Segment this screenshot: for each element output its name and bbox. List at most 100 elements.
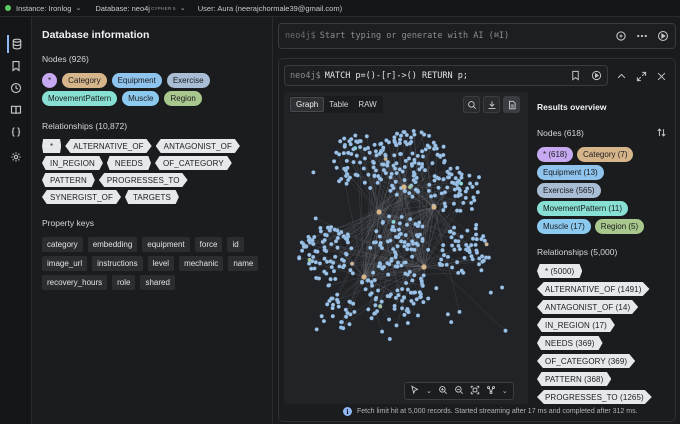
node-label-chip[interactable]: * (618) [537, 147, 574, 162]
graph-node [324, 233, 329, 238]
graph-node [322, 247, 327, 253]
node-label-chip[interactable]: Region [164, 91, 202, 106]
relationship-type-chip[interactable]: NEEDS [106, 156, 151, 170]
graph-visualization[interactable]: Graph Table RAW ⌄ ⌄ [284, 92, 528, 404]
graph-node [372, 173, 377, 178]
code-braces-icon[interactable] [7, 123, 25, 141]
relationship-type-chip[interactable]: ALTERNATIVE_OF [65, 139, 152, 153]
zoom-in-icon[interactable] [438, 385, 448, 397]
property-key-chip[interactable]: name [228, 256, 259, 271]
node-label-chip[interactable]: MovementPattern [42, 91, 118, 106]
graph-node [400, 286, 405, 292]
property-key-chip[interactable]: instructions [92, 256, 143, 271]
property-key-chip[interactable]: shared [140, 275, 175, 290]
graph-node [419, 279, 424, 284]
relationship-type-chip[interactable]: ANTAGONIST_OF (14) [537, 300, 639, 314]
chevron-down-icon[interactable]: ⌄ [502, 387, 508, 395]
node-label-chip[interactable]: Category [62, 73, 107, 88]
collapse-icon[interactable] [616, 71, 627, 84]
select-cursor-icon[interactable] [410, 385, 420, 397]
property-key-chip[interactable]: role [112, 275, 136, 290]
node-label-chip[interactable]: Muscle [122, 91, 160, 106]
database-selector[interactable]: Database: neo4j CYPHER 5 ⌄ [95, 4, 185, 13]
database-icon[interactable] [7, 35, 25, 53]
details-panel-icon[interactable] [503, 96, 520, 113]
ai-sparkle-icon[interactable] [615, 30, 627, 44]
history-icon[interactable] [7, 79, 25, 97]
property-key-chip[interactable]: id [227, 237, 244, 252]
tab-graph[interactable]: Graph [290, 97, 325, 112]
graph-node [399, 239, 404, 244]
property-key-chip[interactable]: category [42, 237, 83, 252]
relationship-type-chip[interactable]: PATTERN [42, 173, 95, 187]
relationship-type-chip[interactable]: * (5000) [537, 264, 583, 278]
relationship-type-chip[interactable]: PROGRESSES_TO [98, 173, 188, 187]
property-key-chip[interactable]: equipment [142, 237, 190, 252]
node-label-chip[interactable]: Exercise [166, 73, 210, 88]
fullscreen-icon[interactable] [636, 71, 647, 84]
graph-node [342, 263, 347, 268]
graph-node [427, 182, 432, 187]
relationship-type-chip[interactable]: PROGRESSES_TO (1265) [537, 390, 652, 404]
cypher-editor[interactable]: neo4j$ Start typing or generate with AI … [278, 23, 676, 49]
graph-node [410, 239, 415, 244]
relationship-type-chip[interactable]: OF_CATEGORY [154, 156, 232, 170]
graph-hub-node [431, 204, 437, 210]
relationship-type-chip[interactable]: ANTAGONIST_OF [155, 139, 240, 153]
node-label-list: * Category Equipment Exercise MovementPatter… [42, 73, 270, 106]
chevron-down-icon[interactable]: ⌄ [426, 387, 432, 395]
layout-icon[interactable] [486, 385, 496, 397]
graph-node [402, 312, 407, 317]
bookmark-icon[interactable] [570, 70, 581, 83]
relationship-type-chip[interactable]: NEEDS (369) [537, 336, 603, 350]
rerun-query-icon[interactable] [591, 70, 602, 83]
relationship-type-chip[interactable]: IN_REGION [42, 156, 103, 170]
graph-node [380, 220, 385, 225]
fit-to-screen-icon[interactable] [470, 385, 480, 397]
property-key-chip[interactable]: image_url [42, 256, 88, 271]
relationship-type-chip[interactable]: PATTERN (368) [537, 372, 612, 386]
graph-node [391, 186, 396, 191]
property-key-chip[interactable]: force [194, 237, 223, 252]
graph-nodes[interactable] [297, 128, 508, 342]
zoom-out-icon[interactable] [454, 385, 464, 397]
download-icon[interactable] [483, 96, 500, 113]
relationship-type-chip[interactable]: ALTERNATIVE_OF (1491) [537, 282, 650, 296]
relationship-type-chip[interactable]: * [42, 139, 62, 153]
property-key-chip[interactable]: level [147, 256, 175, 271]
executed-query[interactable]: neo4j$ MATCH p=()-[r]->() RETURN p; [284, 65, 608, 86]
node-label-chip[interactable]: * [42, 73, 58, 88]
cypher-version-tag: CYPHER 5 [150, 5, 176, 11]
node-label-chip[interactable]: MovementPattern (11) [537, 201, 628, 216]
graph-node [395, 260, 401, 265]
node-label-chip[interactable]: Region (5) [594, 219, 645, 234]
node-label-chip[interactable]: Category (7) [577, 147, 634, 162]
more-options-icon[interactable] [636, 30, 648, 44]
gear-icon[interactable] [7, 148, 25, 166]
graph-canvas[interactable] [284, 92, 528, 404]
bookmark-icon[interactable] [7, 57, 25, 75]
book-icon[interactable] [7, 101, 25, 119]
left-rail [0, 17, 32, 424]
relationship-type-chip[interactable]: TARGETS [125, 190, 179, 204]
graph-node [372, 278, 377, 283]
search-icon[interactable] [463, 96, 480, 113]
close-icon[interactable] [656, 71, 667, 84]
instance-selector[interactable]: Instance: Ironlog ⌄ [5, 4, 81, 13]
tab-raw[interactable]: RAW [353, 97, 381, 112]
run-query-icon[interactable] [657, 30, 669, 44]
graph-node [406, 156, 412, 161]
relationship-type-chip[interactable]: IN_REGION (17) [537, 318, 615, 332]
property-key-chip[interactable]: mechanic [179, 256, 224, 271]
property-key-chip[interactable]: embedding [87, 237, 138, 252]
relationship-type-chip[interactable]: OF_CATEGORY (369) [537, 354, 636, 368]
node-label-chip[interactable]: Equipment (13) [537, 165, 604, 180]
graph-node [459, 181, 464, 186]
node-label-chip[interactable]: Exercise (565) [537, 183, 601, 198]
tab-table[interactable]: Table [324, 97, 353, 112]
node-label-chip[interactable]: Muscle (17) [537, 219, 591, 234]
property-key-chip[interactable]: recovery_hours [42, 275, 108, 290]
sort-icon[interactable] [656, 127, 667, 140]
node-label-chip[interactable]: Equipment [111, 73, 162, 88]
relationship-type-chip[interactable]: SYNERGIST_OF [42, 190, 121, 204]
